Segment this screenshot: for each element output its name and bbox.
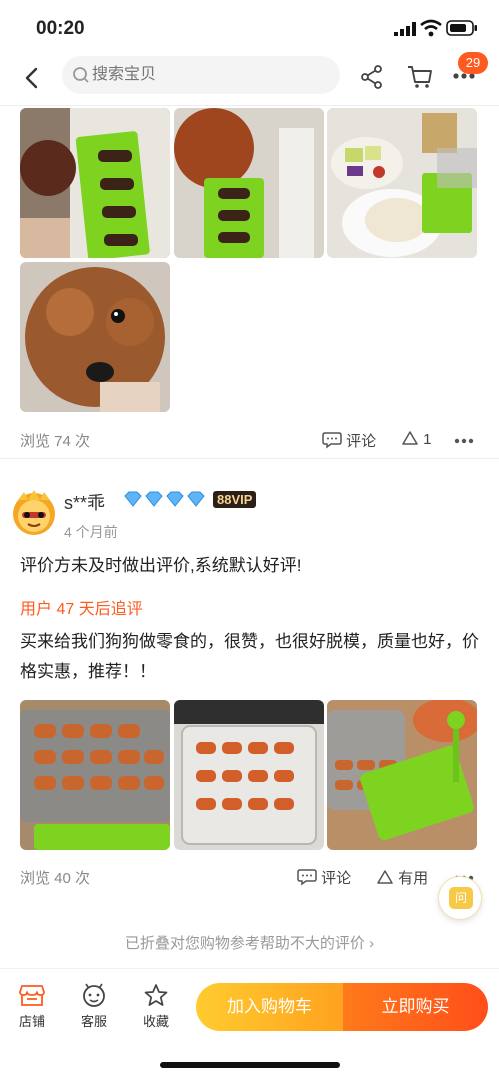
review-photo[interactable] bbox=[20, 108, 170, 258]
vip-badge: 88VIP bbox=[213, 491, 257, 508]
status-bar: 00:20 bbox=[0, 0, 499, 52]
favorite-tab[interactable]: 收藏 bbox=[131, 983, 181, 1030]
comment-button[interactable]: 评论 bbox=[297, 867, 351, 888]
store-label: 店铺 bbox=[18, 1014, 45, 1029]
add-to-cart-button[interactable]: 加入购物车 bbox=[196, 983, 343, 1031]
review-default-text: 评价方未及时做出评价,系统默认好评! bbox=[20, 556, 302, 575]
followup-text: 买来给我们狗狗做零食的，很赞，也很好脱模，质量也好，价格实惠，推荐！！ bbox=[20, 632, 479, 681]
cart-icon[interactable] bbox=[406, 64, 434, 90]
view-count: 浏览 74 次 bbox=[20, 433, 91, 450]
star-icon bbox=[144, 984, 168, 1006]
comment-label: 评论 bbox=[321, 870, 352, 887]
status-time: 00:20 bbox=[36, 18, 85, 39]
home-indicator bbox=[160, 1062, 340, 1068]
diamond-level-icon bbox=[124, 491, 205, 507]
comment-icon bbox=[322, 432, 342, 449]
comment-label: 评论 bbox=[346, 433, 377, 450]
useful-icon bbox=[377, 870, 393, 884]
ask-question-button[interactable]: 问 bbox=[438, 876, 482, 920]
like-count: 1 bbox=[423, 431, 432, 448]
service-tab[interactable]: 客服 bbox=[69, 983, 119, 1030]
service-label: 客服 bbox=[80, 1014, 107, 1029]
notification-badge: 29 bbox=[458, 52, 488, 74]
followup-label: 用户 47 天后追评 bbox=[20, 601, 143, 618]
ask-question-label: 问 bbox=[449, 887, 473, 909]
review-meta: 浏览 40 次 评论 有用 bbox=[0, 861, 499, 891]
review-photo[interactable] bbox=[327, 700, 477, 850]
search-input[interactable] bbox=[92, 56, 332, 94]
avatar[interactable] bbox=[10, 488, 58, 536]
battery-icon bbox=[446, 20, 477, 36]
review-meta: 浏览 74 次 评论 1 bbox=[0, 424, 499, 454]
wifi-icon bbox=[420, 19, 442, 37]
useful-label: 有用 bbox=[398, 870, 429, 887]
comment-button[interactable]: 评论 bbox=[322, 430, 376, 451]
review-photo[interactable] bbox=[174, 108, 324, 258]
more-options-icon[interactable] bbox=[454, 438, 474, 444]
top-nav: 29 bbox=[0, 52, 499, 106]
review-photo[interactable] bbox=[174, 700, 324, 850]
back-icon[interactable] bbox=[18, 64, 46, 92]
review-photo[interactable] bbox=[327, 108, 477, 258]
customer-service-icon bbox=[83, 983, 105, 1007]
store-tab[interactable]: 店铺 bbox=[7, 983, 57, 1030]
review-photo[interactable] bbox=[20, 262, 170, 412]
like-icon bbox=[402, 431, 418, 445]
comment-icon bbox=[297, 869, 317, 886]
search-icon bbox=[73, 67, 89, 83]
search-bar[interactable] bbox=[62, 56, 340, 94]
like-button[interactable]: 1 bbox=[401, 430, 432, 448]
useful-button[interactable]: 有用 bbox=[376, 867, 428, 888]
review-time: 4 个月前 bbox=[64, 524, 118, 540]
buy-now-button[interactable]: 立即购买 bbox=[343, 983, 488, 1031]
share-icon[interactable] bbox=[359, 64, 385, 90]
review-divider bbox=[0, 458, 499, 459]
store-icon bbox=[19, 985, 45, 1006]
favorite-label: 收藏 bbox=[142, 1014, 169, 1029]
username: s**乖 bbox=[64, 493, 106, 513]
view-count: 浏览 40 次 bbox=[20, 870, 91, 887]
signal-icon bbox=[394, 22, 416, 36]
folded-reviews-link[interactable]: 已折叠对您购物参考帮助不大的评价 › bbox=[0, 932, 499, 953]
review-photo[interactable] bbox=[20, 700, 170, 850]
